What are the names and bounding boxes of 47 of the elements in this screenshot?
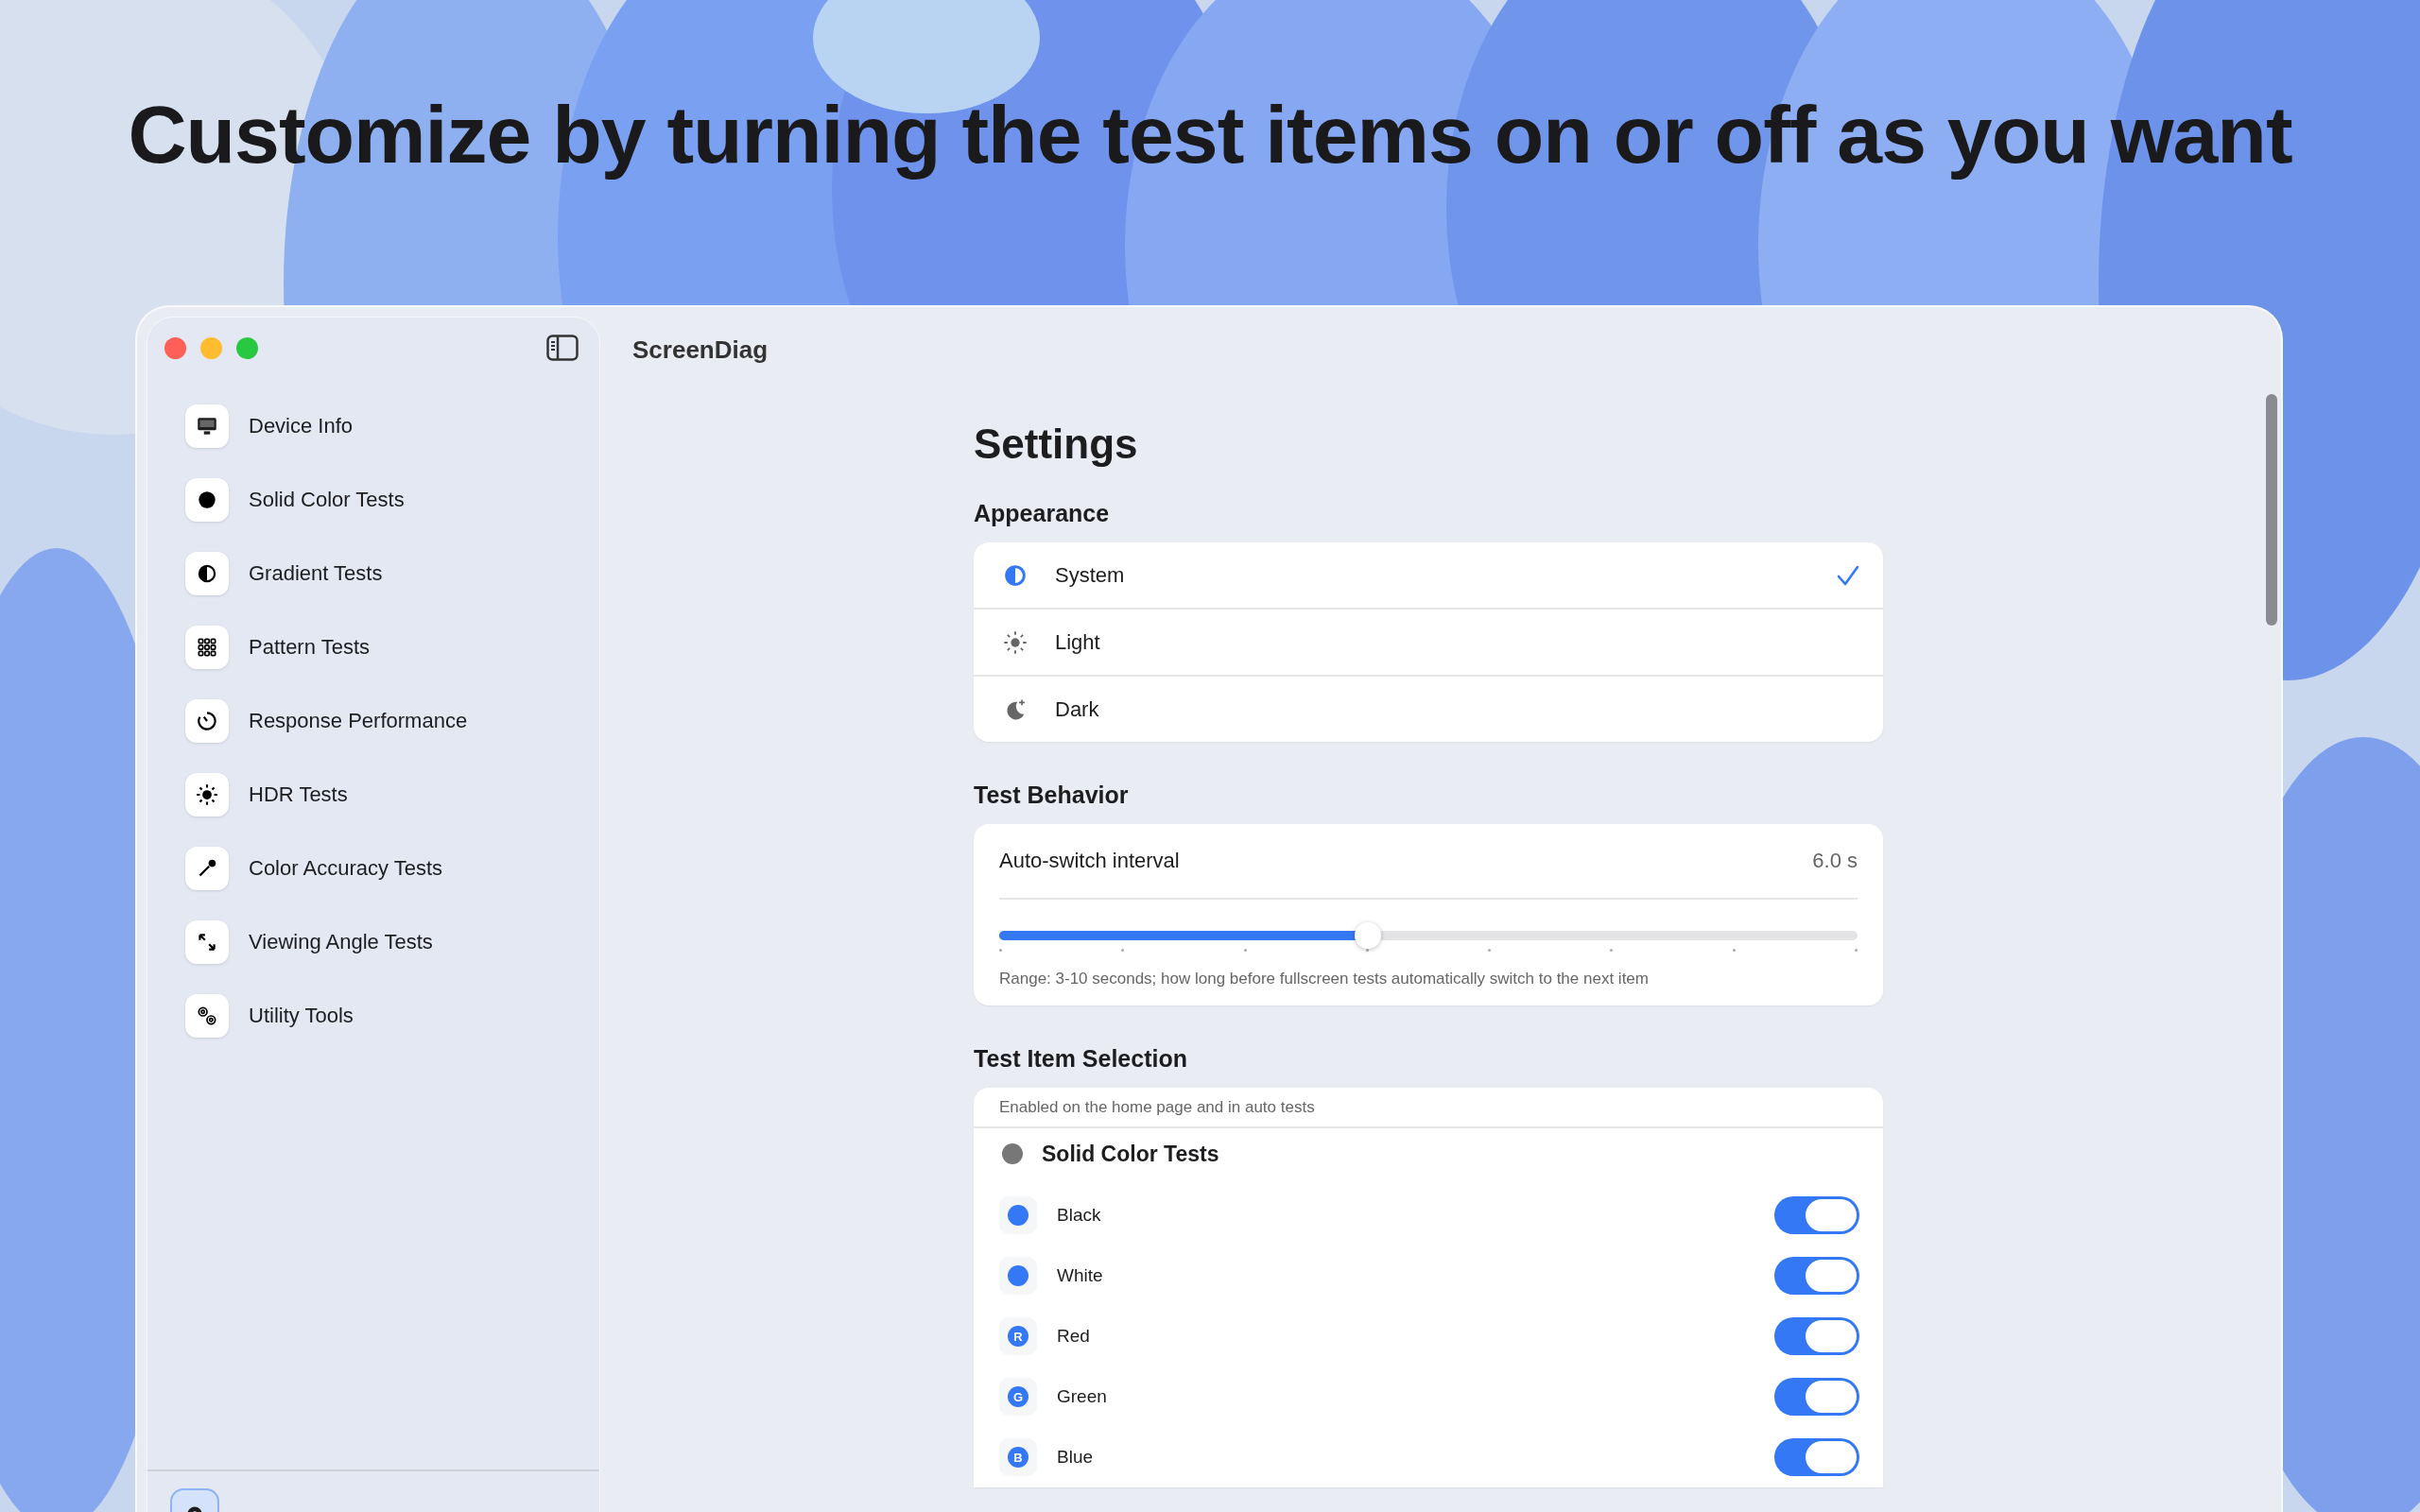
toggle-switch[interactable] bbox=[1774, 1438, 1859, 1476]
sidebar-item[interactable]: Viewing Angle Tests bbox=[176, 913, 580, 971]
appearance-option[interactable]: Dark bbox=[974, 677, 1883, 742]
appearance-option[interactable]: Light bbox=[974, 610, 1883, 677]
sidebar-item-icon bbox=[195, 635, 219, 660]
slider-thumb[interactable] bbox=[1355, 922, 1382, 949]
group-dot-icon bbox=[1002, 1143, 1023, 1164]
test-item-label: Red bbox=[1057, 1326, 1091, 1347]
section-heading: Test Behavior bbox=[974, 782, 1130, 809]
toggle-switch[interactable] bbox=[1774, 1257, 1859, 1295]
page-title: Settings bbox=[974, 421, 1139, 468]
toggle-switch[interactable] bbox=[1774, 1196, 1859, 1234]
letter-badge: G bbox=[1008, 1386, 1028, 1407]
toggle-switch[interactable] bbox=[1774, 1378, 1859, 1416]
test-item-label: Black bbox=[1057, 1205, 1102, 1226]
letter-badge: R bbox=[1008, 1326, 1028, 1347]
sidebar-item[interactable]: Response Performance bbox=[176, 692, 580, 750]
scrollbar[interactable] bbox=[2266, 394, 2277, 626]
sidebar-toggle-icon[interactable] bbox=[546, 335, 579, 361]
setting-label: Auto-switch interval bbox=[999, 849, 1180, 873]
interval-reading: 6.0 s bbox=[1812, 849, 1858, 873]
test-item-label: White bbox=[1057, 1265, 1104, 1286]
group-heading: Solid Color Tests bbox=[1042, 1141, 1219, 1167]
hint-text: Range: 3-10 seconds; how long before fullscreen tests automatically switch to the next item bbox=[999, 970, 1650, 989]
sidebar-item[interactable]: Pattern Tests bbox=[176, 618, 580, 677]
section-heading: Test Item Selection bbox=[974, 1045, 1188, 1073]
test-item-label: Green bbox=[1057, 1386, 1108, 1407]
headline: Customize by turning the test items on or off as you want bbox=[128, 88, 2292, 181]
sidebar-item[interactable]: HDR Tests bbox=[176, 765, 580, 824]
sidebar-item[interactable]: Solid Color Tests bbox=[176, 471, 580, 529]
dot-icon bbox=[1008, 1265, 1028, 1286]
sidebar-item[interactable]: Utility Tools bbox=[176, 987, 580, 1045]
letter-badge: B bbox=[1008, 1447, 1028, 1468]
sidebar-item[interactable]: Device Info bbox=[176, 397, 580, 455]
window-title: ScreenDiag bbox=[632, 335, 769, 364]
sidebar-item-icon bbox=[195, 709, 219, 733]
appearance-option-icon bbox=[1002, 628, 1028, 656]
toggle-switch[interactable] bbox=[1774, 1317, 1859, 1355]
test-item-label: Blue bbox=[1057, 1447, 1095, 1468]
hint-text: Enabled on the home page and in auto tests bbox=[974, 1088, 1883, 1128]
sidebar-item-icon bbox=[195, 782, 219, 807]
dot-icon bbox=[1008, 1205, 1028, 1226]
close-button[interactable] bbox=[164, 336, 186, 359]
appearance-option[interactable]: System bbox=[974, 542, 1883, 610]
sidebar-item[interactable]: Color Accuracy Tests bbox=[176, 839, 580, 898]
sidebar-item[interactable]: Gradient Tests bbox=[176, 544, 580, 603]
section-heading: Appearance bbox=[974, 500, 1111, 527]
